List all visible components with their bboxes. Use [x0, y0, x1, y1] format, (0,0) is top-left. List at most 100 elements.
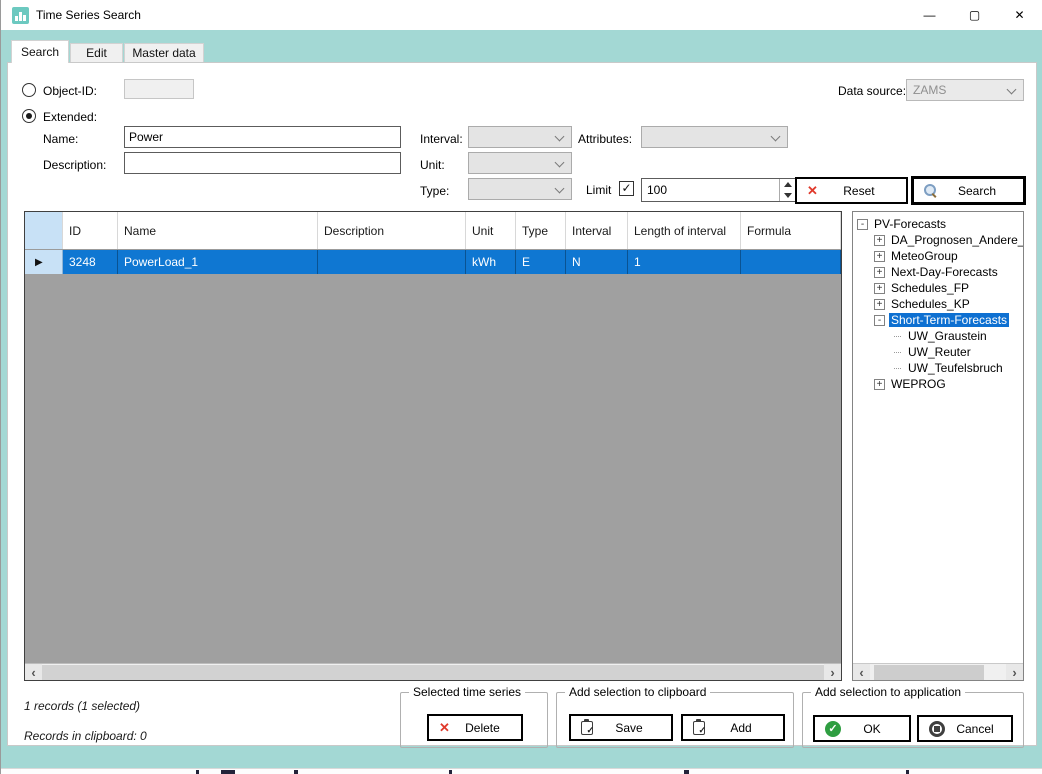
- extended-radio[interactable]: [22, 109, 36, 123]
- window-frame: Search Edit Master data Object-ID: Data …: [1, 30, 1042, 768]
- tree-item-label: Schedules_KP: [889, 297, 972, 311]
- add-button[interactable]: ✓ Add: [681, 714, 785, 741]
- magnifier-icon: [924, 184, 937, 197]
- records-status: 1 records (1 selected): [24, 699, 140, 713]
- attributes-label: Attributes:: [578, 132, 632, 146]
- tree-horizontal-scrollbar[interactable]: ‹ ›: [853, 663, 1023, 680]
- spin-down-icon[interactable]: [780, 190, 796, 201]
- limit-input[interactable]: [642, 179, 778, 201]
- tree-item-uw-graustein[interactable]: UW_Graustein: [853, 328, 1023, 344]
- delete-button[interactable]: ✕ Delete: [427, 714, 523, 741]
- tab-edit[interactable]: Edit: [70, 43, 123, 63]
- add-button-label: Add: [713, 721, 783, 735]
- col-header-interval[interactable]: Interval: [566, 212, 628, 249]
- spin-up-icon[interactable]: [780, 179, 796, 190]
- type-select[interactable]: [468, 178, 572, 200]
- scrollbar-thumb[interactable]: [874, 665, 984, 680]
- scrollbar-thumb[interactable]: [42, 665, 824, 680]
- chevron-down-icon: [771, 132, 781, 142]
- limit-spinbox: [641, 178, 797, 202]
- col-header-formula[interactable]: Formula: [741, 212, 841, 249]
- scroll-right-icon[interactable]: ›: [824, 664, 841, 681]
- row-selector-cell[interactable]: ▶: [25, 250, 63, 274]
- col-header-name[interactable]: Name: [118, 212, 318, 249]
- reset-button[interactable]: ✕ Reset: [795, 177, 908, 204]
- grid-horizontal-scrollbar[interactable]: ‹ ›: [25, 663, 841, 680]
- row-selector-icon: ▶: [35, 257, 43, 268]
- green-check-icon: ✓: [825, 721, 841, 737]
- col-header-unit[interactable]: Unit: [466, 212, 516, 249]
- time-series-search-window: Time Series Search — ▢ ✕ Search Edit Mas…: [0, 0, 1042, 774]
- cancel-button[interactable]: Cancel: [917, 715, 1013, 742]
- data-source-label: Data source:: [838, 84, 906, 98]
- clipboard-check-icon: ✓: [693, 721, 705, 735]
- col-header-type[interactable]: Type: [516, 212, 566, 249]
- col-header-id[interactable]: ID: [63, 212, 118, 249]
- tree-item-label: Short-Term-Forecasts: [889, 313, 1009, 327]
- col-header-length-of-interval[interactable]: Length of interval: [628, 212, 741, 249]
- expand-icon[interactable]: +: [874, 299, 885, 310]
- minimize-button[interactable]: —: [907, 0, 952, 29]
- tree-item-uw-reuter[interactable]: UW_Reuter: [853, 344, 1023, 360]
- data-source-select[interactable]: ZAMS: [906, 79, 1024, 101]
- window-title: Time Series Search: [36, 0, 141, 30]
- tree-item-uw-teufelsbruch[interactable]: UW_Teufelsbruch: [853, 360, 1023, 376]
- tree-item-da-prognosen[interactable]: + DA_Prognosen_Andere_: [853, 232, 1023, 248]
- expand-icon[interactable]: +: [874, 379, 885, 390]
- chevron-down-icon: [555, 132, 565, 142]
- tree-connector: [894, 368, 901, 369]
- cell-length-of-interval: 1: [628, 250, 741, 274]
- tree-item-next-day-forecasts[interactable]: + Next-Day-Forecasts: [853, 264, 1023, 280]
- tree-item-label: Schedules_FP: [889, 281, 971, 295]
- scroll-left-icon[interactable]: ‹: [853, 664, 870, 681]
- maximize-button[interactable]: ▢: [952, 0, 997, 29]
- tree-item-short-term-forecasts[interactable]: - Short-Term-Forecasts: [853, 312, 1023, 328]
- attributes-select[interactable]: [641, 126, 788, 148]
- close-button[interactable]: ✕: [997, 0, 1042, 29]
- name-input[interactable]: [124, 126, 401, 148]
- clipboard-check-icon: ✓: [581, 721, 593, 735]
- interval-label: Interval:: [420, 132, 463, 146]
- interval-select[interactable]: [468, 126, 572, 148]
- tree-item-label: UW_Teufelsbruch: [906, 361, 1005, 375]
- cell-formula: [741, 250, 841, 274]
- col-header-description[interactable]: Description: [318, 212, 466, 249]
- tab-master-data[interactable]: Master data: [124, 43, 204, 63]
- chevron-down-icon: [555, 184, 565, 194]
- stop-circle-icon: [929, 721, 945, 737]
- red-x-icon: ✕: [807, 183, 818, 199]
- scroll-left-icon[interactable]: ‹: [25, 664, 42, 681]
- save-button-label: Save: [601, 721, 671, 735]
- tree-item-pv-forecasts[interactable]: - PV-Forecasts: [853, 216, 1023, 232]
- expand-icon[interactable]: +: [874, 235, 885, 246]
- tree-item-schedules-kp[interactable]: + Schedules_KP: [853, 296, 1023, 312]
- scroll-right-icon[interactable]: ›: [1006, 664, 1023, 681]
- tree-item-meteogroup[interactable]: + MeteoGroup: [853, 248, 1023, 264]
- object-id-radio[interactable]: [22, 83, 36, 97]
- cancel-button-label: Cancel: [953, 722, 1011, 736]
- tree-connector: [894, 352, 901, 353]
- expand-icon[interactable]: +: [874, 267, 885, 278]
- tree-item-weprog[interactable]: + WEPROG: [853, 376, 1023, 392]
- collapse-icon[interactable]: -: [874, 315, 885, 326]
- collapse-icon[interactable]: -: [857, 219, 868, 230]
- delete-button-label: Delete: [458, 721, 521, 735]
- tree-item-label: WEPROG: [889, 377, 948, 391]
- tree-item-label: UW_Reuter: [906, 345, 973, 359]
- search-button[interactable]: Search: [911, 176, 1026, 205]
- limit-label: Limit: [586, 183, 611, 197]
- expand-icon[interactable]: +: [874, 283, 885, 294]
- limit-spin-buttons: [779, 179, 796, 201]
- search-panel: Object-ID: Data source: ZAMS Extended: N…: [7, 62, 1037, 746]
- limit-checkbox[interactable]: ✓: [619, 181, 634, 196]
- table-row[interactable]: ▶ 3248 PowerLoad_1 kWh E N 1: [25, 250, 841, 274]
- save-button[interactable]: ✓ Save: [569, 714, 673, 741]
- tab-search[interactable]: Search: [11, 40, 69, 63]
- description-input[interactable]: [124, 152, 401, 174]
- tree-item-schedules-fp[interactable]: + Schedules_FP: [853, 280, 1023, 296]
- expand-icon[interactable]: +: [874, 251, 885, 262]
- object-id-label: Object-ID:: [43, 84, 97, 98]
- unit-select[interactable]: [468, 152, 572, 174]
- ok-button[interactable]: ✓ OK: [813, 715, 911, 742]
- object-id-input[interactable]: [124, 79, 194, 99]
